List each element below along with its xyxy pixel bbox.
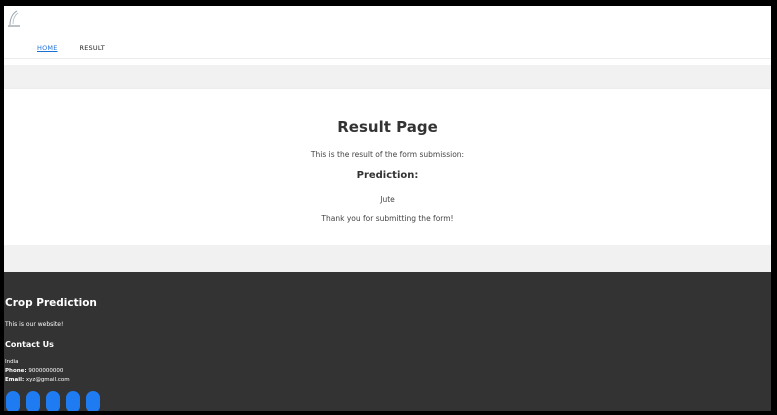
prediction-value: Jute — [380, 195, 395, 204]
phone-label: Phone: — [5, 368, 27, 374]
thanks-text: Thank you for submitting the form! — [321, 214, 454, 223]
site-header: HOME RESULT — [4, 6, 771, 59]
social-icon-2[interactable] — [26, 391, 40, 411]
social-icon-5[interactable] — [86, 391, 100, 411]
prediction-heading: Prediction: — [356, 170, 419, 181]
footer-brand: Crop Prediction — [5, 297, 97, 309]
top-band — [4, 65, 771, 89]
contact-phone: Phone: 9000000000 — [5, 368, 63, 374]
page-title: Result Page — [337, 118, 438, 136]
nav-result-link[interactable]: RESULT — [80, 44, 105, 52]
social-icon-3[interactable] — [46, 391, 60, 411]
contact-email: Email: xyz@gmail.com — [5, 377, 70, 383]
browser-page: HOME RESULT Result Page This is the resu… — [4, 6, 771, 411]
nav-home-link[interactable]: HOME — [37, 44, 58, 52]
email-label: Email: — [5, 377, 25, 383]
social-icon-1[interactable] — [6, 391, 20, 411]
site-footer: Crop Prediction This is our website! Con… — [4, 272, 771, 411]
contact-country: India — [5, 359, 19, 365]
phone-value: 9000000000 — [28, 368, 64, 374]
main-nav: HOME RESULT — [37, 44, 105, 52]
social-links — [6, 391, 100, 411]
footer-tagline: This is our website! — [5, 321, 64, 328]
result-card: Result Page This is the result of the fo… — [4, 89, 771, 245]
contact-heading: Contact Us — [5, 340, 54, 349]
leaf-logo-icon[interactable] — [7, 10, 21, 28]
social-icon-4[interactable] — [66, 391, 80, 411]
result-intro-text: This is the result of the form submissio… — [310, 150, 465, 159]
bottom-band — [4, 245, 771, 272]
email-value: xyz@gmail.com — [25, 377, 70, 383]
